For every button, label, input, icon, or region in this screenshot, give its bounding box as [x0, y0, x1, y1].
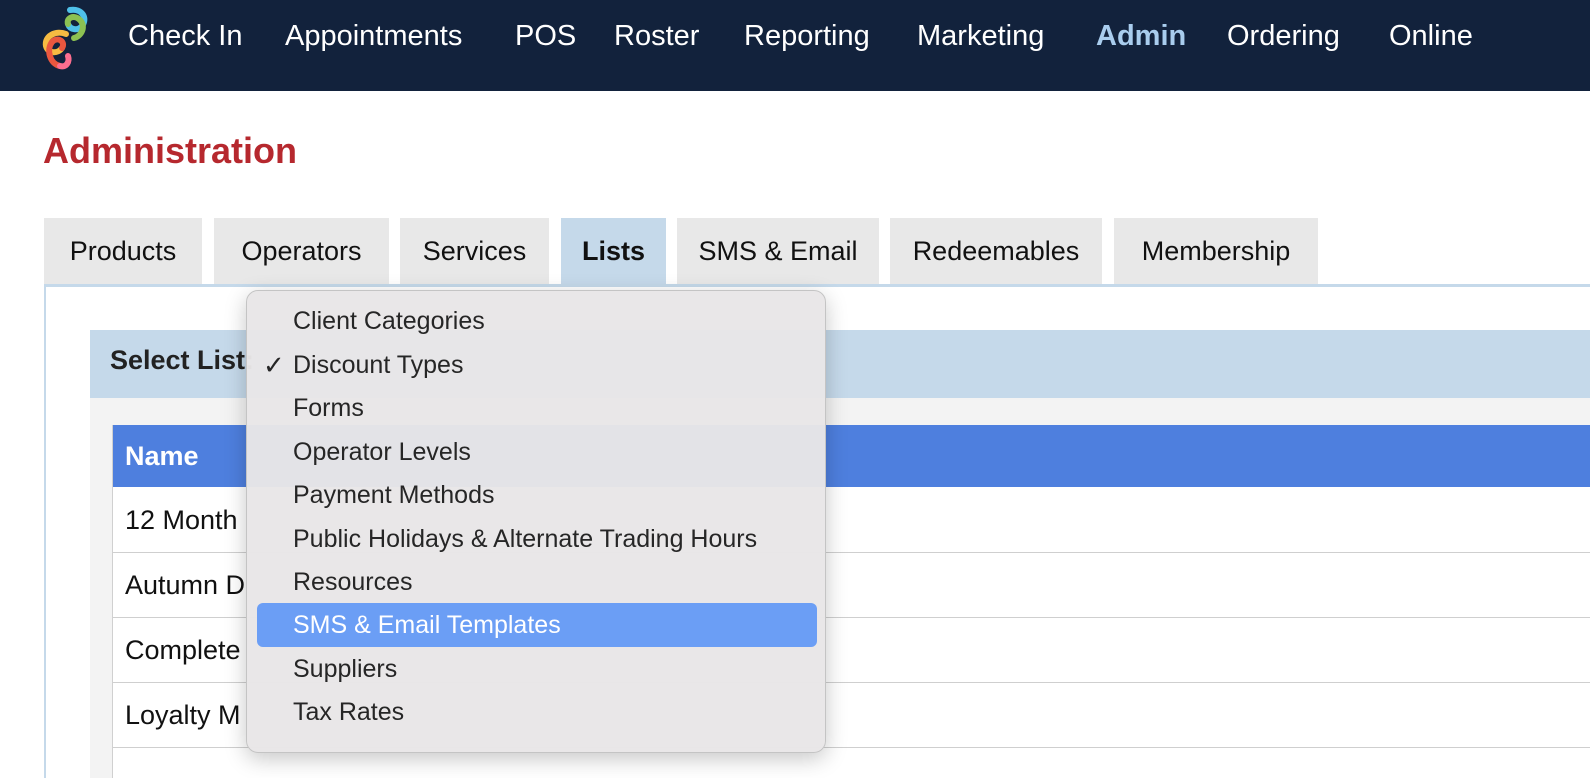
app-logo-icon[interactable]	[36, 4, 94, 74]
menu-item-label: Tax Rates	[293, 698, 405, 726]
menu-item-label: Payment Methods	[293, 481, 495, 509]
select-list-dropdown[interactable]: Client Categories ✓ Discount Types Forms…	[246, 290, 826, 753]
tab-redeemables[interactable]: Redeemables	[890, 218, 1102, 284]
tab-sms-email[interactable]: SMS & Email	[677, 218, 879, 284]
nav-online[interactable]: Online	[1389, 14, 1473, 58]
tab-lists[interactable]: Lists	[561, 218, 666, 284]
table-cell-name: Complete	[125, 635, 241, 665]
menu-item-resources[interactable]: Resources	[257, 560, 817, 604]
menu-item-label: Forms	[293, 394, 364, 422]
menu-item-sms-email-templates[interactable]: SMS & Email Templates	[257, 603, 817, 647]
menu-item-payment-methods[interactable]: Payment Methods	[257, 473, 817, 517]
tab-operators[interactable]: Operators	[214, 218, 389, 284]
menu-item-tax-rates[interactable]: Tax Rates	[257, 690, 817, 734]
menu-item-forms[interactable]: Forms	[257, 386, 817, 430]
menu-item-public-holidays[interactable]: Public Holidays & Alternate Trading Hour…	[257, 517, 817, 561]
top-nav-bar: Check In Appointments POS Roster Reporti…	[0, 0, 1590, 91]
menu-item-operator-levels[interactable]: Operator Levels	[257, 430, 817, 474]
menu-item-discount-types[interactable]: ✓ Discount Types	[257, 343, 817, 387]
nav-pos[interactable]: POS	[515, 14, 576, 58]
column-header-name[interactable]: Name	[125, 425, 199, 487]
select-list-label: Select List:	[110, 345, 255, 375]
table-cell-name: 12 Month	[125, 505, 238, 535]
nav-marketing[interactable]: Marketing	[917, 14, 1044, 58]
menu-item-label: Client Categories	[293, 307, 485, 335]
checkmark-icon: ✓	[263, 350, 285, 380]
menu-item-client-categories[interactable]: Client Categories	[257, 299, 817, 343]
menu-item-label: Resources	[293, 568, 413, 596]
tab-services[interactable]: Services	[400, 218, 549, 284]
table-cell-name: Autumn D	[125, 570, 246, 600]
menu-item-suppliers[interactable]: Suppliers	[257, 647, 817, 691]
menu-item-label: Public Holidays & Alternate Trading Hour…	[293, 525, 758, 553]
menu-item-label: Suppliers	[293, 655, 398, 683]
menu-item-label: Discount Types	[293, 351, 464, 379]
nav-reporting[interactable]: Reporting	[744, 14, 870, 58]
nav-appointments[interactable]: Appointments	[285, 14, 462, 58]
menu-item-label: SMS & Email Templates	[293, 611, 561, 639]
table-cell-name: Loyalty M	[125, 700, 241, 730]
nav-check-in[interactable]: Check In	[128, 14, 242, 58]
nav-roster[interactable]: Roster	[614, 14, 699, 58]
nav-admin[interactable]: Admin	[1096, 14, 1186, 58]
tab-products[interactable]: Products	[44, 218, 202, 284]
nav-ordering[interactable]: Ordering	[1227, 14, 1340, 58]
tab-membership[interactable]: Membership	[1114, 218, 1318, 284]
page-title: Administration	[43, 130, 298, 171]
menu-item-label: Operator Levels	[293, 438, 471, 466]
